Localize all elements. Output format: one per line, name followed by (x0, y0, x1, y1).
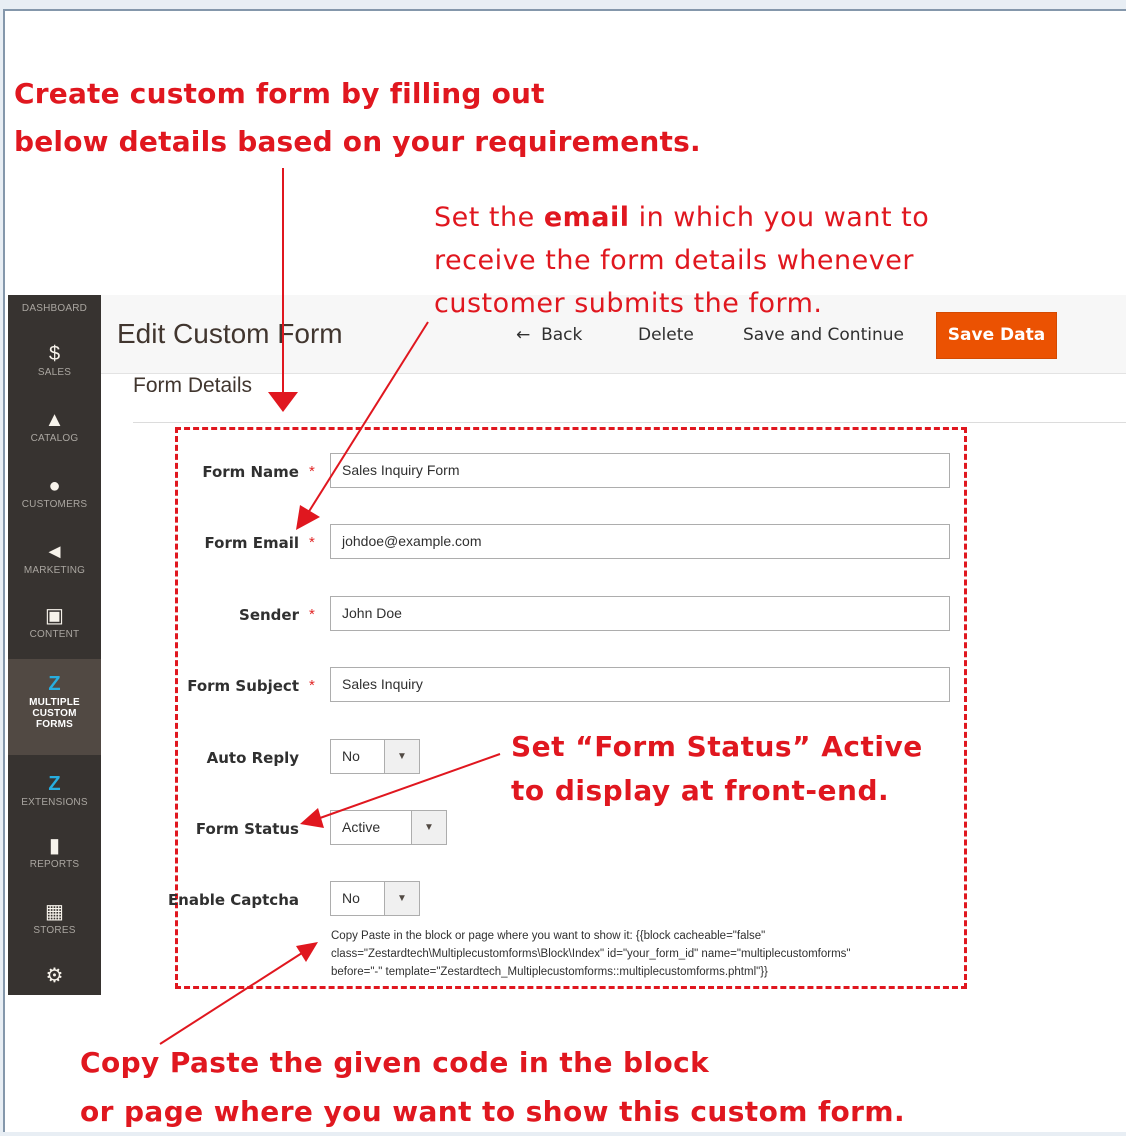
annotation-arrows (159, 168, 501, 1045)
arrow-head (300, 808, 324, 828)
arrow-head (268, 392, 298, 412)
arrow-head (296, 505, 320, 530)
arrow-line (319, 753, 501, 819)
arrow-head (296, 942, 318, 962)
arrow-line (307, 321, 429, 514)
arrow-line (159, 952, 303, 1045)
